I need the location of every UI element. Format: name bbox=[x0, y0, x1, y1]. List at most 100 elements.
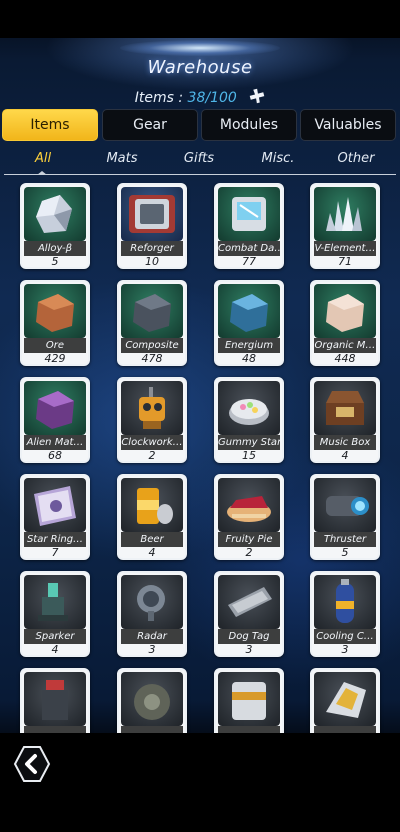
items-count: 38/100 bbox=[187, 90, 237, 106]
thruster-icon bbox=[314, 478, 376, 532]
filter-misc[interactable]: Misc. bbox=[238, 148, 318, 172]
tab-modules[interactable]: Modules bbox=[201, 109, 297, 141]
item-name: Alloy-β bbox=[24, 241, 86, 256]
item-card[interactable]: Combat Da… 77 bbox=[214, 183, 284, 269]
item-card[interactable] bbox=[310, 668, 380, 733]
item-name: Alien Mat… bbox=[24, 435, 86, 450]
item-name: Thruster bbox=[314, 532, 376, 547]
item-name bbox=[218, 726, 280, 733]
items-label: Items : bbox=[134, 90, 184, 106]
tab-items[interactable]: Items bbox=[2, 109, 98, 141]
item-card[interactable] bbox=[214, 668, 284, 733]
tab-valuables[interactable]: Valuables bbox=[300, 109, 396, 141]
filter-other[interactable]: Other bbox=[316, 148, 396, 172]
item-card[interactable]: Energium 48 bbox=[214, 280, 284, 366]
item-card[interactable]: Star Ring… 7 bbox=[20, 474, 90, 560]
item-name bbox=[314, 726, 376, 733]
filter-gifts[interactable]: Gifts bbox=[159, 148, 239, 172]
status-bar-area bbox=[0, 0, 400, 38]
item-name bbox=[121, 726, 183, 733]
item-name: Reforger bbox=[121, 241, 183, 256]
item-card[interactable]: Organic M… 448 bbox=[310, 280, 380, 366]
page-title: Warehouse bbox=[147, 57, 253, 78]
item-quantity: 2 bbox=[148, 449, 156, 462]
item-grid: Alloy-β 5 Reforger 10 Combat Da… 77 V-Element…… bbox=[0, 183, 400, 733]
item-name: Radar bbox=[121, 629, 183, 644]
alien-material-cube-icon bbox=[24, 381, 86, 435]
item-card[interactable]: Fruity Pie 2 bbox=[214, 474, 284, 560]
dog-tag-icon bbox=[218, 575, 280, 629]
item-name: Star Ring… bbox=[24, 532, 86, 547]
radar-dish-icon bbox=[121, 575, 183, 629]
item-card[interactable]: Clockwork… 2 bbox=[117, 377, 187, 463]
turret-part-icon bbox=[24, 672, 86, 726]
item-card[interactable]: Ore 429 bbox=[20, 280, 90, 366]
item-name: Organic M… bbox=[314, 338, 376, 353]
filter-all[interactable]: All bbox=[3, 148, 83, 172]
category-tabs: Items Gear Modules Valuables bbox=[2, 109, 398, 141]
item-quantity: 3 bbox=[148, 643, 156, 656]
item-name: Cooling C… bbox=[314, 629, 376, 644]
item-quantity: 3 bbox=[245, 643, 253, 656]
clockwork-robot-icon bbox=[121, 381, 183, 435]
ore-cube-icon bbox=[24, 284, 86, 338]
filter-mats[interactable]: Mats bbox=[82, 148, 162, 172]
item-quantity: 2 bbox=[245, 546, 253, 559]
item-quantity: 48 bbox=[242, 352, 256, 365]
item-card[interactable]: Thruster 5 bbox=[310, 474, 380, 560]
item-name: Music Box bbox=[314, 435, 376, 450]
item-card[interactable]: Reforger 10 bbox=[117, 183, 187, 269]
filter-divider bbox=[4, 174, 396, 175]
reforger-device-icon bbox=[121, 187, 183, 241]
item-card[interactable]: Sparker 4 bbox=[20, 571, 90, 657]
back-chevron-icon[interactable] bbox=[13, 745, 51, 783]
item-card[interactable]: Alloy-β 5 bbox=[20, 183, 90, 269]
alloy-crystal-icon bbox=[24, 187, 86, 241]
item-card[interactable]: Music Box 4 bbox=[310, 377, 380, 463]
item-quantity: 71 bbox=[338, 255, 352, 268]
item-quantity: 478 bbox=[141, 352, 163, 365]
filter-active-marker bbox=[37, 171, 47, 175]
v-element-crystal-icon bbox=[314, 187, 376, 241]
item-name bbox=[24, 726, 86, 733]
item-name: Sparker bbox=[24, 629, 86, 644]
cooling-canister-icon bbox=[314, 575, 376, 629]
item-card[interactable]: Composite 478 bbox=[117, 280, 187, 366]
item-card[interactable]: Dog Tag 3 bbox=[214, 571, 284, 657]
item-quantity: 4 bbox=[148, 546, 156, 559]
star-ring-record-icon bbox=[24, 478, 86, 532]
item-name: Beer bbox=[121, 532, 183, 547]
item-card[interactable] bbox=[117, 668, 187, 733]
item-quantity: 68 bbox=[48, 449, 62, 462]
item-card[interactable]: Gummy Star 15 bbox=[214, 377, 284, 463]
energium-cube-icon bbox=[218, 284, 280, 338]
tab-gear[interactable]: Gear bbox=[102, 109, 198, 141]
item-name: V-Element… bbox=[314, 241, 376, 256]
gummy-star-tin-icon bbox=[218, 381, 280, 435]
item-card[interactable]: Beer 4 bbox=[117, 474, 187, 560]
item-quantity: 10 bbox=[145, 255, 159, 268]
organic-matter-cube-icon bbox=[314, 284, 376, 338]
fruity-pie-icon bbox=[218, 478, 280, 532]
item-card[interactable]: Alien Mat… 68 bbox=[20, 377, 90, 463]
item-name: Ore bbox=[24, 338, 86, 353]
item-name: Clockwork… bbox=[121, 435, 183, 450]
bottom-bar bbox=[0, 733, 400, 832]
item-card[interactable]: Cooling C… 3 bbox=[310, 571, 380, 657]
item-quantity: 15 bbox=[242, 449, 256, 462]
item-card[interactable]: Radar 3 bbox=[117, 571, 187, 657]
music-box-icon bbox=[314, 381, 376, 435]
item-card[interactable] bbox=[20, 668, 90, 733]
header-glow bbox=[120, 40, 280, 56]
gear-part-icon bbox=[121, 672, 183, 726]
warehouse-screen: Warehouse Items : 38/100 Items Gear Modu… bbox=[0, 0, 400, 832]
item-card[interactable]: V-Element… 71 bbox=[310, 183, 380, 269]
plus-expand-icon[interactable] bbox=[249, 88, 265, 104]
item-quantity: 448 bbox=[334, 352, 356, 365]
mech-part-icon bbox=[314, 672, 376, 726]
item-name: Gummy Star bbox=[218, 435, 280, 450]
item-quantity: 4 bbox=[341, 449, 349, 462]
item-quantity: 429 bbox=[44, 352, 66, 365]
items-capacity: Items : 38/100 bbox=[0, 88, 400, 108]
item-name: Energium bbox=[218, 338, 280, 353]
